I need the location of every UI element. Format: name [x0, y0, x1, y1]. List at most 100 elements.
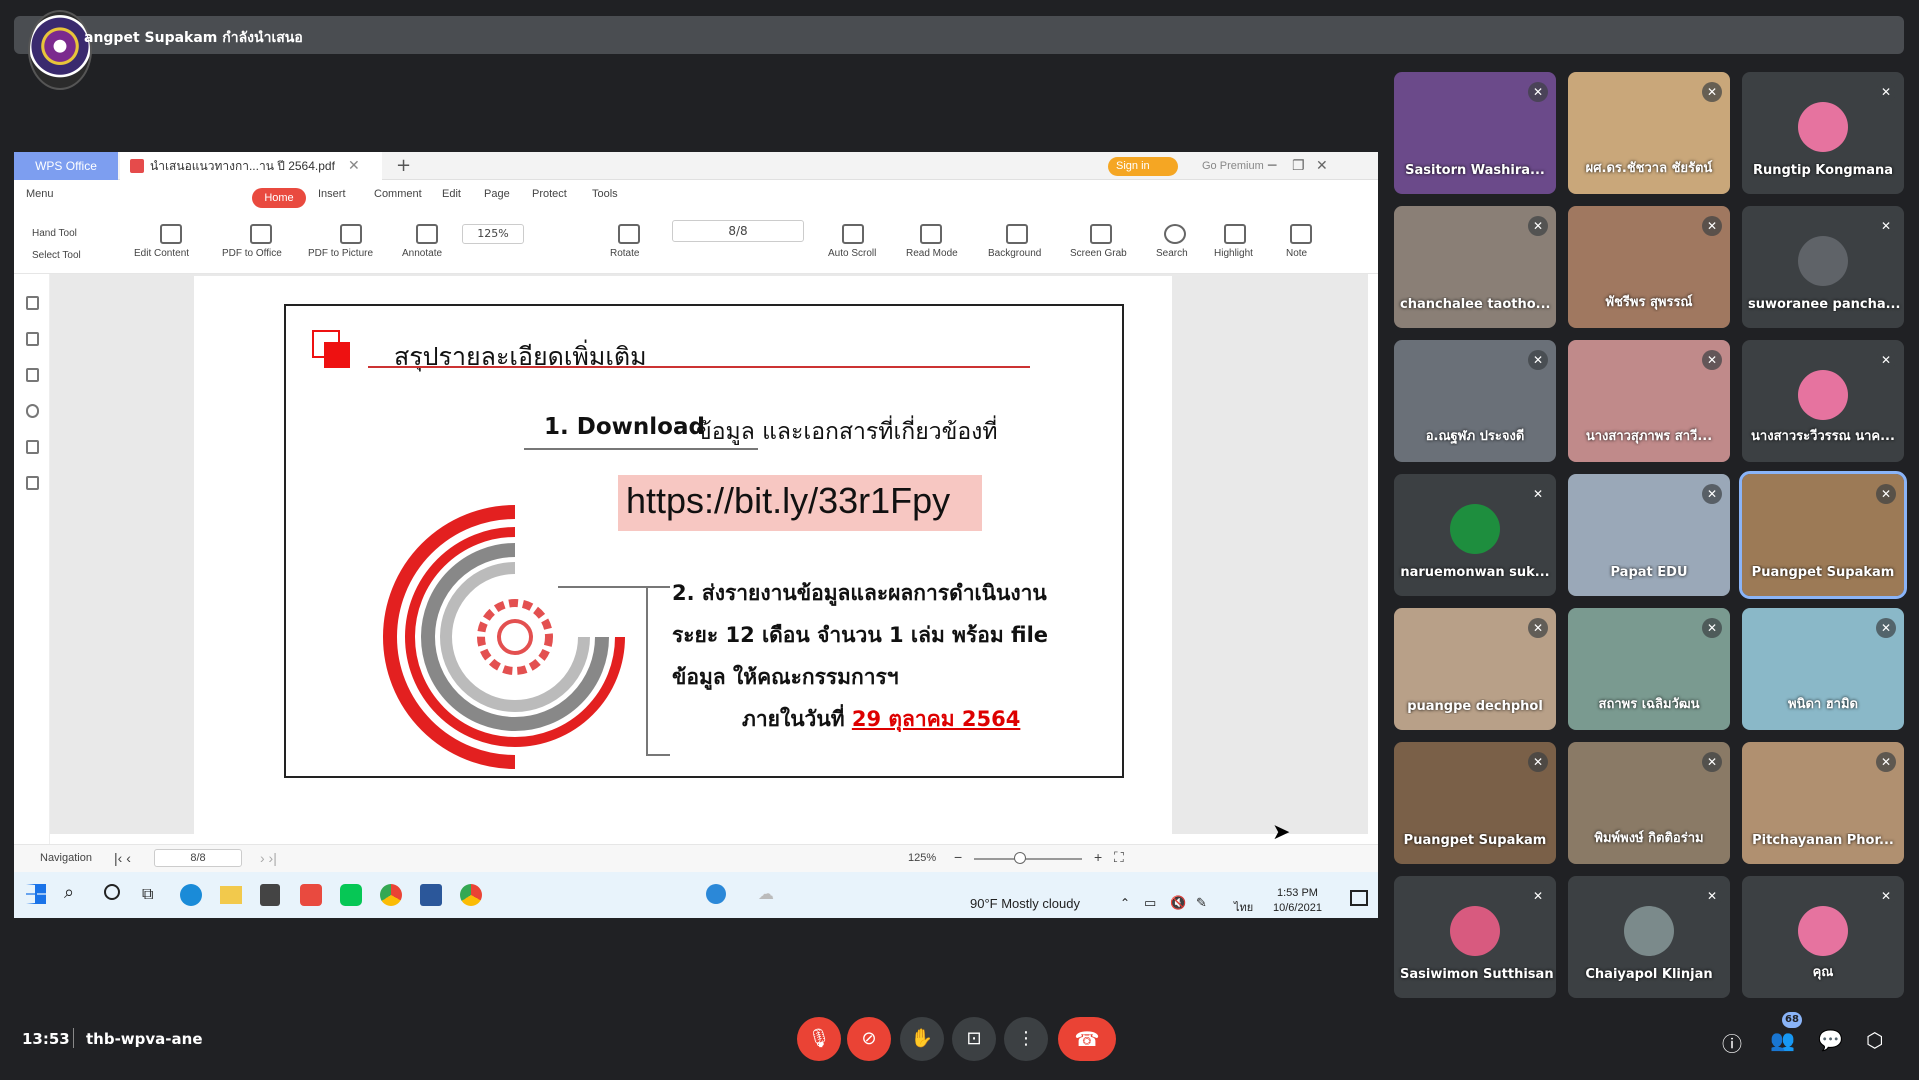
chrome-profile-icon[interactable]: [380, 884, 402, 906]
camera-off-button[interactable]: ⊘: [847, 1017, 891, 1061]
windows-start-icon[interactable]: [26, 884, 46, 904]
zoom-select[interactable]: 125%: [462, 224, 524, 244]
more-options-button[interactable]: ⋮: [1004, 1017, 1048, 1061]
status-zoom[interactable]: 125%: [908, 852, 936, 864]
participant-tile[interactable]: ✕ Puangpet Supakam: [1394, 742, 1556, 864]
participant-tile[interactable]: ✕ Puangpet Supakam: [1739, 471, 1907, 599]
menu-comment[interactable]: Comment: [374, 188, 422, 200]
go-premium-button[interactable]: Go Premium: [1202, 152, 1264, 180]
participant-tile[interactable]: ✕ อ.ณฐฬภ ประจงดี: [1394, 340, 1556, 462]
cortana-icon[interactable]: [104, 884, 120, 900]
page-number-field[interactable]: 8/8: [672, 220, 804, 242]
participant-tile[interactable]: ✕ นางสาวสุภาพร สาวี...: [1568, 340, 1730, 462]
menu-edit[interactable]: Edit: [442, 188, 461, 200]
participant-tile[interactable]: ✕ ผศ.ดร.ชัชวาล ชัยรัตน์: [1568, 72, 1730, 194]
close-window-icon[interactable]: ✕: [1316, 152, 1328, 180]
participant-tile[interactable]: ✕ คุณ: [1742, 876, 1904, 998]
participant-tile[interactable]: ✕ พนิดา ฮามิด: [1742, 608, 1904, 730]
participant-tile[interactable]: ✕ Sasitorn Washira...: [1394, 72, 1556, 194]
mic-off-button[interactable]: 🎙: [797, 1017, 841, 1061]
store-icon[interactable]: [260, 884, 280, 906]
participant-tile[interactable]: ✕ chanchalee taotho...: [1394, 206, 1556, 328]
sign-in-button[interactable]: Sign in: [1108, 157, 1178, 176]
participant-tile[interactable]: ✕ Pitchayanan Phor...: [1742, 742, 1904, 864]
recognize-icon[interactable]: [26, 476, 39, 490]
volume-muted-icon[interactable]: 🔇: [1170, 896, 1186, 911]
taskbar-clock[interactable]: 1:53 PM 10/6/2021: [1273, 886, 1322, 916]
notifications-icon[interactable]: [1350, 890, 1368, 906]
first-page-icon[interactable]: |‹ ‹: [114, 850, 131, 866]
task-view-icon[interactable]: ⧉: [142, 884, 153, 904]
bookmark-icon[interactable]: [26, 296, 39, 310]
participant-tile[interactable]: ✕ Chaiyapol Klinjan: [1568, 876, 1730, 998]
search-button[interactable]: Search: [1156, 248, 1188, 259]
line-icon[interactable]: [340, 884, 362, 906]
note-button[interactable]: Note: [1286, 248, 1307, 259]
participant-tile[interactable]: ✕ สถาพร เฉลิมวัฒน: [1568, 608, 1730, 730]
status-page-field[interactable]: 8/8: [154, 849, 242, 867]
comment-icon[interactable]: [26, 368, 39, 382]
select-tool[interactable]: Select Tool: [32, 250, 81, 261]
menu-tools[interactable]: Tools: [592, 188, 618, 200]
close-tab-icon[interactable]: ✕: [348, 152, 360, 180]
annotate-button[interactable]: Annotate: [402, 248, 442, 259]
taskbar-search-icon[interactable]: ⌕: [64, 882, 74, 903]
chat-icon[interactable]: 💬: [1818, 1028, 1843, 1052]
edit-content-button[interactable]: Edit Content: [134, 248, 189, 259]
sign-icon[interactable]: [26, 440, 39, 454]
participant-tile[interactable]: ✕ พัชรีพร สุพรรณ์: [1568, 206, 1730, 328]
restore-icon[interactable]: ❐: [1292, 152, 1305, 180]
participant-tile[interactable]: ✕ naruemonwan suk...: [1394, 474, 1556, 596]
menu-home[interactable]: Home: [252, 188, 306, 208]
end-call-button[interactable]: ☎: [1058, 1017, 1116, 1061]
participant-tile[interactable]: ✕ Rungtip Kongmana: [1742, 72, 1904, 194]
participant-tile[interactable]: ✕ puangpe dechphol: [1394, 608, 1556, 730]
zoom-in-icon[interactable]: +: [1094, 849, 1102, 865]
download-url[interactable]: https://bit.ly/33r1Fpy: [626, 480, 950, 522]
hand-tool[interactable]: Hand Tool: [32, 228, 77, 239]
participant-tile[interactable]: ✕ นางสาวระวีวรรณ นาค...: [1742, 340, 1904, 462]
pen-icon[interactable]: ✎: [1196, 896, 1207, 911]
menu-page[interactable]: Page: [484, 188, 510, 200]
file-explorer-icon[interactable]: [220, 886, 242, 904]
attachment-icon[interactable]: [26, 404, 39, 418]
pdf-to-picture-button[interactable]: PDF to Picture: [308, 248, 373, 259]
zoom-slider-handle[interactable]: [1014, 852, 1026, 864]
menu-button[interactable]: Menu: [26, 188, 54, 200]
info-icon[interactable]: ⓘ: [1722, 1028, 1742, 1057]
chrome-icon[interactable]: [460, 884, 482, 906]
help-icon[interactable]: [706, 884, 726, 904]
language-indicator[interactable]: ไทย: [1234, 898, 1253, 916]
new-tab-icon[interactable]: +: [396, 152, 411, 180]
activities-icon[interactable]: ⬡: [1866, 1028, 1883, 1052]
participant-tile[interactable]: ✕ พิมพ์พงษ์ กิตติอร่าม: [1568, 742, 1730, 864]
participant-tile[interactable]: ✕ suworanee pancha...: [1742, 206, 1904, 328]
last-page-icon[interactable]: › ›|: [260, 850, 277, 866]
wps-app-tab[interactable]: WPS Office: [14, 152, 118, 180]
raise-hand-button[interactable]: ✋: [900, 1017, 944, 1061]
pdf-doc-tab[interactable]: นำเสนอแนวทางกา...าน ปี 2564.pdf: [120, 152, 382, 180]
menu-protect[interactable]: Protect: [532, 188, 567, 200]
pdf-to-office-button[interactable]: PDF to Office: [222, 248, 282, 259]
edge-icon[interactable]: [180, 884, 202, 906]
fullscreen-icon[interactable]: ⛶: [1114, 849, 1124, 866]
rotate-button[interactable]: Rotate: [610, 248, 639, 259]
navigation-toggle[interactable]: Navigation: [40, 852, 92, 864]
zoom-slider[interactable]: [974, 858, 1082, 860]
participant-tile[interactable]: ✕ Papat EDU: [1568, 474, 1730, 596]
auto-scroll-button[interactable]: Auto Scroll: [828, 248, 876, 259]
word-icon[interactable]: [420, 884, 442, 906]
screen-grab-button[interactable]: Screen Grab: [1070, 248, 1127, 259]
taskbar-weather[interactable]: 90°F Mostly cloudy: [970, 896, 1080, 911]
zoom-out-icon[interactable]: −: [954, 849, 962, 865]
wps-icon[interactable]: [300, 884, 322, 906]
participant-tile[interactable]: ✕ Sasiwimon Sutthisan: [1394, 876, 1556, 998]
present-button[interactable]: ⊡: [952, 1017, 996, 1061]
people-icon[interactable]: 👥: [1770, 1028, 1795, 1052]
tray-chevron-icon[interactable]: ⌃: [1120, 896, 1130, 910]
minimize-icon[interactable]: ─: [1268, 152, 1276, 180]
network-icon[interactable]: ▭: [1144, 896, 1156, 911]
read-mode-button[interactable]: Read Mode: [906, 248, 958, 259]
menu-insert[interactable]: Insert: [318, 188, 346, 200]
thumbnail-icon[interactable]: [26, 332, 39, 346]
